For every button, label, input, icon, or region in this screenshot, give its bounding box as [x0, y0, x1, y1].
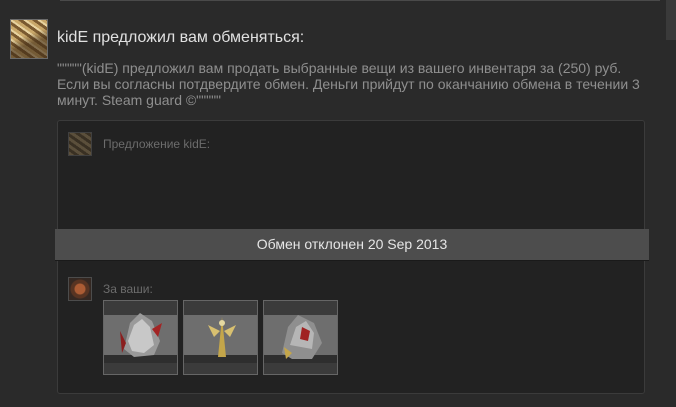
your-avatar [68, 277, 92, 301]
trade-offer-heading: kidE предложил вам обменяться: [57, 29, 305, 46]
item-weapon-icon [184, 301, 257, 374]
trade-item-slot[interactable] [103, 300, 178, 375]
trade-item-slot[interactable] [183, 300, 258, 375]
partner-avatar [68, 132, 92, 156]
item-armor-icon [104, 301, 177, 374]
sender-avatar[interactable] [10, 19, 48, 59]
trade-item-slot[interactable] [263, 300, 338, 375]
their-offer-label: Предложение kidE: [103, 137, 211, 151]
trade-status-banner: Обмен отклонен 20 Sep 2013 [55, 229, 649, 260]
trade-offer-message: """""(kidE) предложил вам продать выбран… [57, 60, 640, 108]
item-armor-icon [264, 301, 337, 374]
top-divider [60, 0, 660, 1]
your-items-label: За ваши: [103, 282, 153, 296]
scrollbar[interactable] [666, 0, 676, 40]
